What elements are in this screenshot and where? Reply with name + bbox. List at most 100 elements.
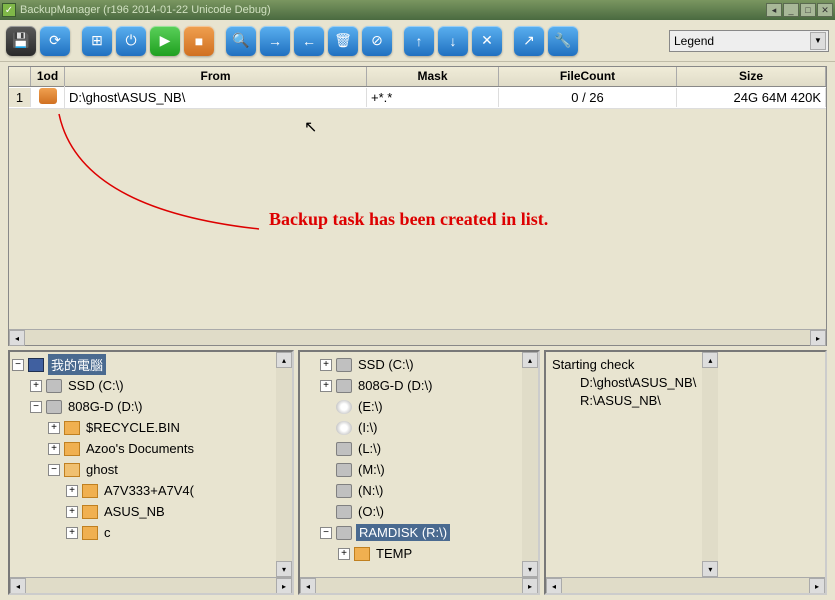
- expand-icon[interactable]: +: [30, 380, 42, 392]
- tree-item[interactable]: +Azoo's Documents: [48, 438, 274, 459]
- drive-icon: [336, 358, 352, 372]
- expand-icon[interactable]: +: [338, 548, 350, 560]
- windows-button[interactable]: ⊞: [82, 26, 112, 56]
- chevron-down-icon: ▼: [810, 32, 826, 50]
- cd-icon: [336, 400, 352, 414]
- cursor-icon: ↖: [304, 117, 317, 137]
- tree-item[interactable]: +$RECYCLE.BIN: [48, 417, 274, 438]
- scroll-down-button[interactable]: ▾: [276, 561, 292, 577]
- mid-tree[interactable]: +SSD (C:\) +808G-D (D:\) (E:\) (I:\) (L:…: [300, 352, 522, 577]
- save-button[interactable]: 💾: [6, 26, 36, 56]
- col-filecount[interactable]: FileCount: [499, 67, 677, 86]
- remove-button[interactable]: ✕: [472, 26, 502, 56]
- legend-label: Legend: [674, 34, 714, 48]
- windows-icon: ⊞: [91, 32, 103, 49]
- expand-icon[interactable]: +: [320, 359, 332, 371]
- tree-item[interactable]: (E:\): [320, 396, 520, 417]
- mid-hscroll[interactable]: ◂▸: [300, 577, 538, 593]
- mid-vscroll[interactable]: ▴▾: [522, 352, 538, 577]
- col-mask[interactable]: Mask: [367, 67, 499, 86]
- drive-icon: [336, 463, 352, 477]
- tree-root[interactable]: −我的電腦: [12, 354, 274, 375]
- collapse-icon[interactable]: −: [12, 359, 24, 371]
- tree-item[interactable]: (L:\): [320, 438, 520, 459]
- folder-icon: [354, 547, 370, 561]
- col-num[interactable]: [9, 67, 31, 86]
- drive-icon: [46, 400, 62, 414]
- expand-icon[interactable]: +: [48, 443, 60, 455]
- play-button[interactable]: ▶: [150, 26, 180, 56]
- collapse-icon[interactable]: −: [320, 527, 332, 539]
- tree-item[interactable]: −ghost: [48, 459, 274, 480]
- log-hscroll[interactable]: ◂▸: [546, 577, 825, 593]
- settings-button[interactable]: 🔧: [548, 26, 578, 56]
- left-tree[interactable]: −我的電腦 +SSD (C:\) −808G-D (D:\) +$RECYCLE…: [10, 352, 276, 577]
- cancel-icon: ⊘: [371, 32, 383, 49]
- tree-item[interactable]: (I:\): [320, 417, 520, 438]
- log-line: Starting check: [552, 356, 696, 374]
- refresh-button[interactable]: ⟳: [40, 26, 70, 56]
- back-button[interactable]: ←: [294, 26, 324, 56]
- tree-item[interactable]: +SSD (C:\): [30, 375, 274, 396]
- col-size[interactable]: Size: [677, 67, 826, 86]
- row-num: 1: [9, 88, 31, 107]
- drive-icon: [46, 379, 62, 393]
- annotation-text: Backup task has been created in list.: [269, 209, 548, 230]
- cd-icon: [336, 421, 352, 435]
- folder-icon: [82, 484, 98, 498]
- tree-item[interactable]: (O:\): [320, 501, 520, 522]
- tree-item[interactable]: +808G-D (D:\): [320, 375, 520, 396]
- folder-open-icon: [64, 463, 80, 477]
- search-button[interactable]: 🔍: [226, 26, 256, 56]
- tree-item[interactable]: −RAMDISK (R:\): [320, 522, 520, 543]
- log-vscroll[interactable]: ▴▾: [702, 352, 718, 577]
- tree-item[interactable]: +ASUS_NB: [66, 501, 274, 522]
- close-button[interactable]: ✕: [817, 3, 833, 17]
- trash-icon: 🗑: [334, 32, 352, 49]
- col-from[interactable]: From: [65, 67, 367, 86]
- stop-button[interactable]: ■: [184, 26, 214, 56]
- cancel-button[interactable]: ⊘: [362, 26, 392, 56]
- tree-item[interactable]: (M:\): [320, 459, 520, 480]
- grid-hscroll[interactable]: ◂ ▸: [9, 329, 826, 345]
- up-button[interactable]: ↑: [404, 26, 434, 56]
- left-vscroll[interactable]: ▴▾: [276, 352, 292, 577]
- maximize-button[interactable]: □: [800, 3, 816, 17]
- expand-icon[interactable]: +: [48, 422, 60, 434]
- scroll-left-button[interactable]: ◂: [9, 330, 25, 346]
- minimize-button[interactable]: _: [783, 3, 799, 17]
- legend-combobox[interactable]: Legend ▼: [669, 30, 829, 52]
- expand-icon[interactable]: +: [320, 380, 332, 392]
- grid-header: 1od From Mask FileCount Size: [9, 67, 826, 87]
- delete-button[interactable]: 🗑: [328, 26, 358, 56]
- drive-icon: [336, 484, 352, 498]
- power-button[interactable]: ⏻: [116, 26, 146, 56]
- tree-item[interactable]: +SSD (C:\): [320, 354, 520, 375]
- scroll-up-button[interactable]: ▴: [276, 352, 292, 368]
- tree-item[interactable]: +A7V333+A7V4(: [66, 480, 274, 501]
- left-hscroll[interactable]: ◂▸: [10, 577, 292, 593]
- tree-item[interactable]: +c: [66, 522, 274, 543]
- folder-icon: [64, 442, 80, 456]
- forward-button[interactable]: →: [260, 26, 290, 56]
- expand-icon[interactable]: +: [66, 506, 78, 518]
- computer-icon: [28, 358, 44, 372]
- table-row[interactable]: 1 D:\ghost\ASUS_NB\ +*.* 0 / 26 24G 64M …: [9, 87, 826, 109]
- save-icon: 💾: [12, 32, 29, 49]
- share-button[interactable]: ↗: [514, 26, 544, 56]
- expand-icon[interactable]: +: [66, 527, 78, 539]
- tree-item[interactable]: (N:\): [320, 480, 520, 501]
- tree-item[interactable]: +TEMP: [338, 543, 520, 564]
- titlebar-left-button[interactable]: ◂: [766, 3, 782, 17]
- down-button[interactable]: ↓: [438, 26, 468, 56]
- scroll-right-button[interactable]: ▸: [810, 330, 826, 346]
- drive-icon: [336, 505, 352, 519]
- folder-icon: [82, 526, 98, 540]
- col-tod[interactable]: 1od: [31, 67, 65, 86]
- collapse-icon[interactable]: −: [48, 464, 60, 476]
- collapse-icon[interactable]: −: [30, 401, 42, 413]
- expand-icon[interactable]: +: [66, 485, 78, 497]
- wrench-icon: 🔧: [554, 32, 571, 49]
- scroll-track[interactable]: [25, 330, 810, 345]
- tree-item[interactable]: −808G-D (D:\): [30, 396, 274, 417]
